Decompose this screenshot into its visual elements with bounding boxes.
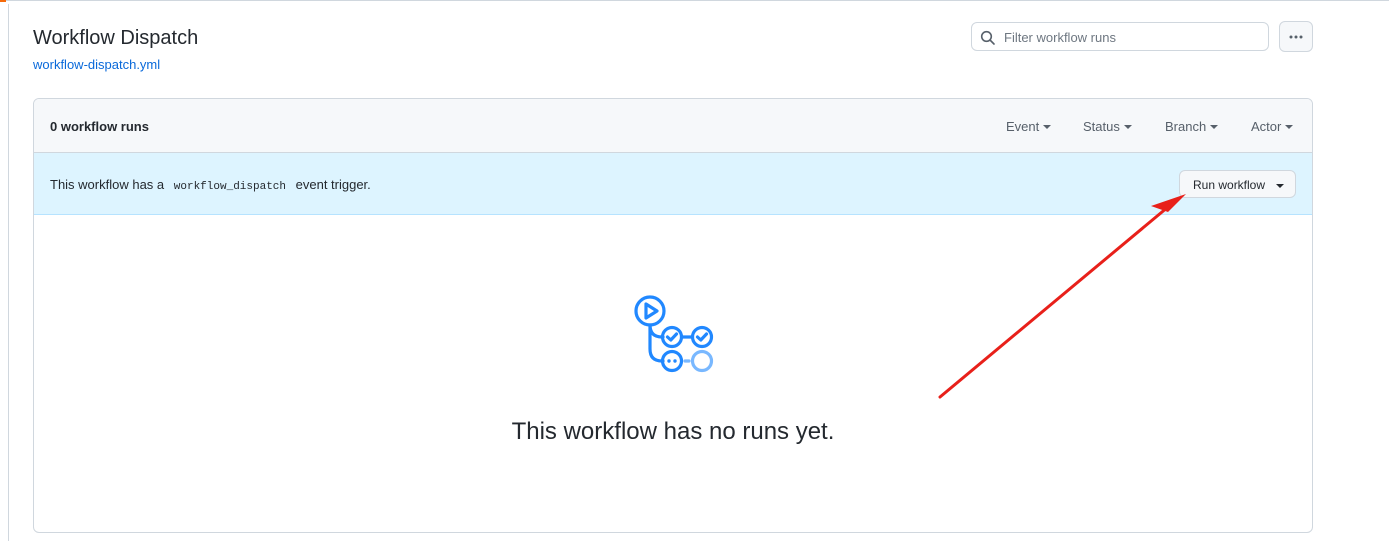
annotation-arrow [938, 194, 1186, 399]
